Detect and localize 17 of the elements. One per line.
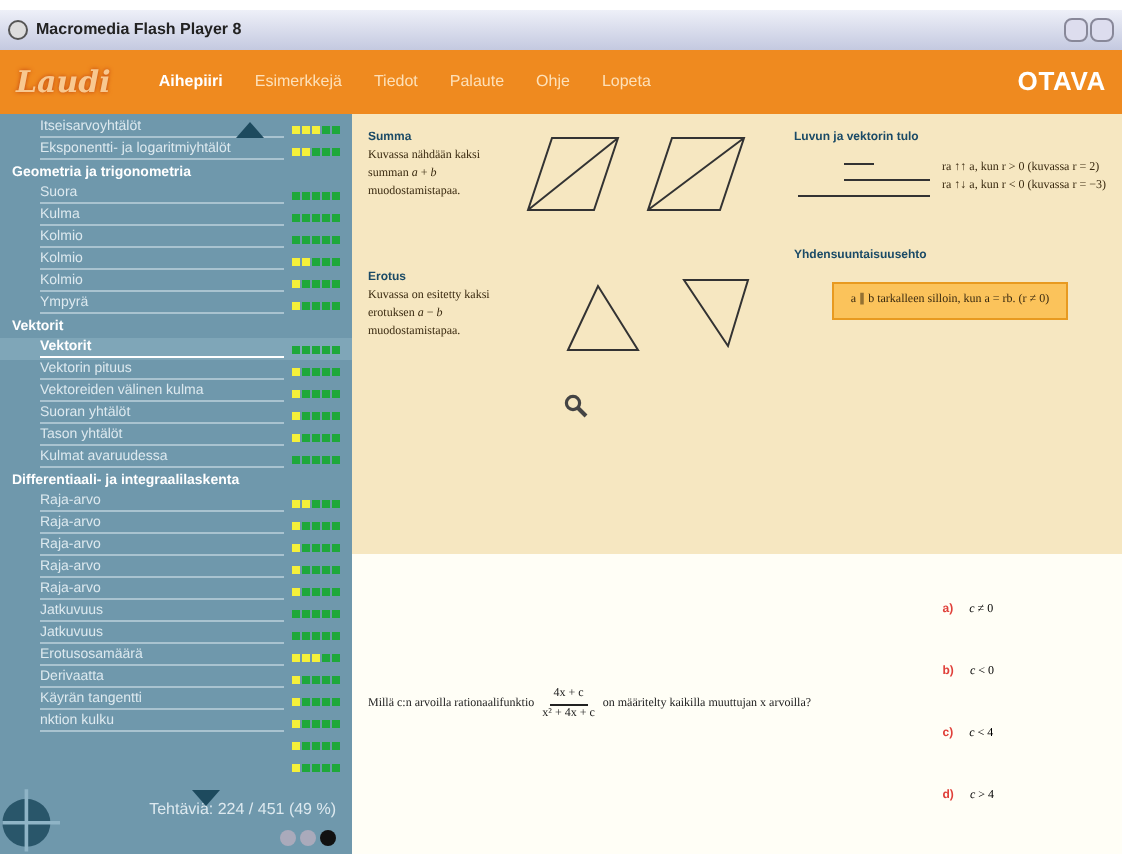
nav-tab[interactable]: Aihepiiri bbox=[158, 70, 223, 94]
progress-text: Tehtäviä: 224 / 451 (49 %) bbox=[149, 798, 336, 822]
nav-tab[interactable]: Esimerkkejä bbox=[254, 70, 342, 94]
brand-logo: OTAVA bbox=[1017, 64, 1106, 101]
nav-tab[interactable]: Ohje bbox=[536, 70, 570, 94]
window-title: Macromedia Flash Player 8 bbox=[36, 18, 242, 42]
nav-tab[interactable]: Palaute bbox=[449, 70, 505, 94]
maximize-button[interactable] bbox=[1090, 18, 1114, 42]
app-logo: Laudi bbox=[16, 61, 111, 104]
info-button[interactable] bbox=[320, 830, 336, 846]
scroll-up-icon[interactable] bbox=[236, 122, 264, 138]
app-icon bbox=[8, 20, 28, 40]
nav-tab[interactable]: Lopeta bbox=[601, 70, 651, 94]
magnifier-icon[interactable] bbox=[564, 394, 588, 418]
scroll-down-icon[interactable] bbox=[192, 790, 220, 806]
minimize-button[interactable] bbox=[1064, 18, 1088, 42]
nav-tab[interactable]: Tiedot bbox=[373, 70, 418, 94]
